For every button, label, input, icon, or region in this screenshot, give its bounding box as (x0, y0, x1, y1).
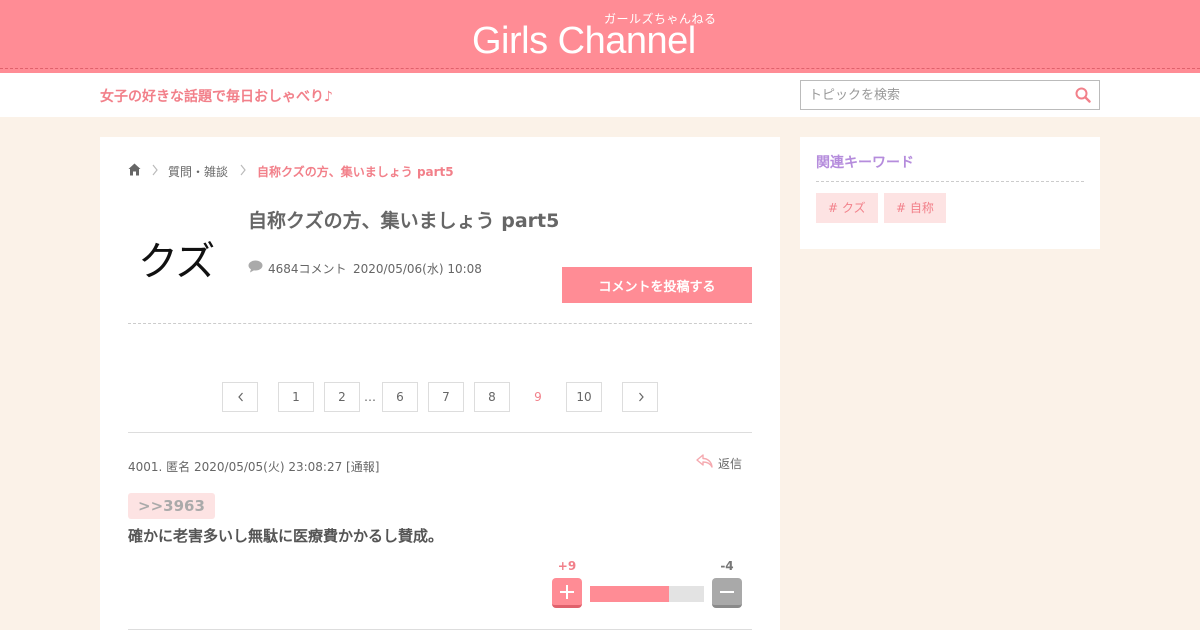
post-comment-button[interactable]: コメントを投稿する (562, 267, 752, 303)
divider (816, 181, 1084, 182)
home-icon[interactable] (128, 163, 141, 176)
reply-arrow-icon (696, 454, 713, 468)
chevron-right-icon (240, 164, 246, 176)
plus-count: +9 (557, 559, 577, 573)
divider (128, 323, 752, 324)
page-link[interactable]: 2 (324, 382, 360, 412)
next-page-button[interactable] (622, 382, 658, 412)
divider (128, 432, 752, 433)
page-link[interactable]: 7 (428, 382, 464, 412)
page-link[interactable]: 8 (474, 382, 510, 412)
minus-icon (720, 591, 734, 593)
breadcrumb-category[interactable]: 質問・雑談 (168, 163, 228, 180)
topic-thumbnail: クズ (128, 217, 228, 307)
main-content: 質問・雑談 自称クズの方、集いましょう part5 クズ 自称クズの方、集いまし… (100, 137, 780, 630)
page-link[interactable]: 1 (278, 382, 314, 412)
pagination: 1 2 … 6 7 8 9 10 (100, 382, 780, 412)
pagination-ellipsis: … (364, 390, 376, 404)
chevron-left-icon (238, 392, 243, 402)
breadcrumb-current: 自称クズの方、集いましょう part5 (257, 165, 454, 179)
topic-date: 2020/05/06(水) 10:08 (353, 262, 482, 276)
search-icon[interactable] (1075, 87, 1091, 103)
plus-icon (560, 585, 574, 599)
search-box (800, 80, 1100, 110)
page-title: 自称クズの方、集いましょう part5 (248, 210, 560, 232)
prev-page-button[interactable] (222, 382, 258, 412)
minus-count: -4 (720, 559, 734, 573)
comment-body: 確かに老害多いし無駄に医療費かかるし賛成。 (128, 527, 444, 545)
vote-ratio-bar (590, 586, 704, 602)
site-logo[interactable]: Girls Channel (472, 18, 696, 64)
reply-label: 返信 (718, 457, 743, 471)
keyword-tag[interactable]: # クズ (816, 193, 878, 223)
vote-ratio-fill (590, 586, 669, 602)
related-keywords-title: 関連キーワード (816, 155, 914, 171)
comment-bubble-icon (248, 260, 263, 273)
search-input[interactable] (801, 81, 1061, 109)
site-tagline: 女子の好きな話題で毎日おしゃべり♪ (100, 89, 333, 105)
comment-count: 4684コメント (268, 262, 347, 276)
plus-vote-button[interactable] (552, 578, 582, 608)
comment-header: 4001. 匿名 2020/05/05(火) 23:08:27 [通報] (128, 460, 380, 474)
sub-header: 女子の好きな話題で毎日おしゃべり♪ (0, 73, 1200, 117)
sidebar: 関連キーワード # クズ # 自称 (800, 137, 1100, 249)
page-link[interactable]: 6 (382, 382, 418, 412)
reply-anchor-link[interactable]: >>3963 (128, 493, 215, 519)
chevron-right-icon (639, 392, 644, 402)
thumbnail-text: クズ (138, 239, 215, 285)
current-page: 9 (520, 382, 556, 412)
keyword-tag[interactable]: # 自称 (884, 193, 946, 223)
site-header: ガールズちゃんねる Girls Channel (0, 0, 1200, 73)
chevron-right-icon (152, 164, 158, 176)
page-link[interactable]: 10 (566, 382, 602, 412)
header-divider (0, 68, 1200, 69)
minus-vote-button[interactable] (712, 578, 742, 608)
